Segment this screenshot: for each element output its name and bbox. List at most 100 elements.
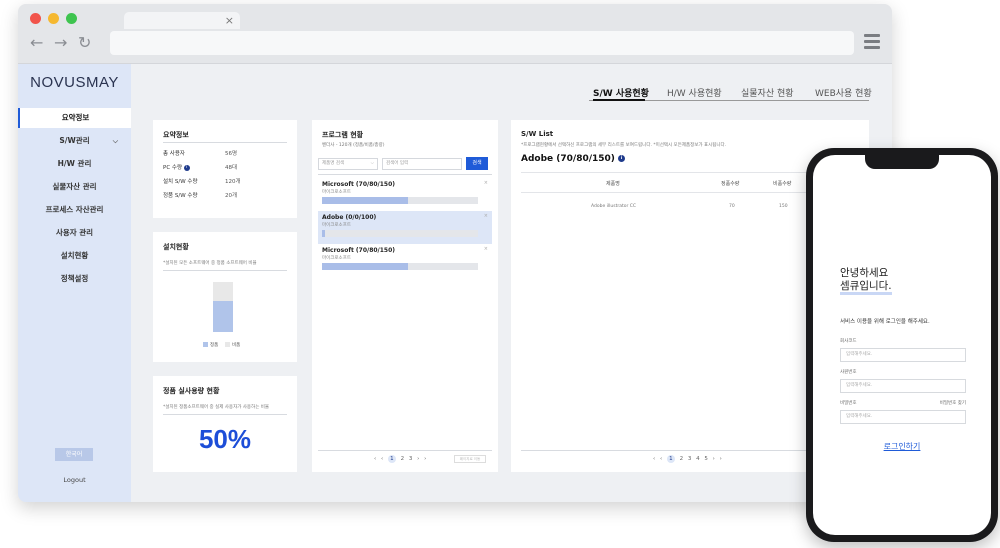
- product-select[interactable]: 제품명 검색 ⌵: [318, 158, 378, 170]
- page-1-button[interactable]: 1: [666, 455, 675, 463]
- usage-percent: 50%: [198, 424, 252, 454]
- tab-physical-assets[interactable]: 실물자산 현황: [741, 86, 794, 99]
- heading-text: Adobe (70/80/150): [521, 154, 615, 164]
- total-users-label: 총 사용자: [163, 151, 185, 157]
- program-item[interactable]: Microsoft (70/80/150) 마이크로소프트 ×: [318, 244, 492, 277]
- chevron-down-icon: ⌵: [370, 161, 374, 166]
- logout-link[interactable]: Logout: [18, 476, 131, 484]
- legend-label: 비품: [232, 343, 241, 348]
- program-progress-fill: [322, 263, 408, 270]
- last-page-button[interactable]: ›: [720, 456, 722, 462]
- page-5-button[interactable]: 5: [704, 456, 708, 462]
- language-button[interactable]: 한국어: [55, 448, 93, 461]
- legend-genuine: 정품: [203, 342, 218, 348]
- close-icon[interactable]: ×: [225, 12, 234, 29]
- company-code-input[interactable]: 입력해주세요.: [840, 348, 966, 362]
- browser-toolbar: × ← → ↻: [18, 4, 892, 64]
- card-title: 요약정보: [163, 131, 189, 139]
- close-icon[interactable]: ×: [484, 213, 488, 219]
- genuine-ratio-bar: [213, 282, 233, 332]
- prev-page-button[interactable]: ‹: [660, 456, 662, 462]
- program-progress-fill: [322, 230, 326, 237]
- close-icon[interactable]: ×: [484, 246, 488, 252]
- sidebar-item-summary[interactable]: 요약정보: [18, 108, 131, 128]
- program-progress-fill: [322, 197, 408, 204]
- sidebar-item-policy[interactable]: 정책설정: [18, 269, 131, 289]
- install-status-card: 설치현황 *설치된 모든 소프트웨어 중 정품 소프트웨어 비율 정품 비품: [153, 232, 297, 362]
- sidebar-item-hw[interactable]: H/W 관리: [18, 154, 131, 174]
- tab-sw-usage[interactable]: S/W 사용현황: [593, 86, 649, 99]
- close-icon[interactable]: ×: [484, 180, 488, 186]
- sidebar-item-users[interactable]: 사용자 관리: [18, 223, 131, 243]
- tab-web-usage[interactable]: WEB사용 현황: [815, 86, 872, 99]
- next-page-button[interactable]: ›: [417, 456, 419, 462]
- pc-count-value: 48대: [225, 165, 238, 171]
- address-bar[interactable]: [110, 31, 854, 55]
- maximize-window-button[interactable]: [66, 13, 77, 24]
- program-name: Microsoft (70/80/150): [322, 181, 396, 188]
- sidebar-item-install[interactable]: 설치현황: [18, 246, 131, 266]
- program-name: Adobe (0/0/100): [322, 214, 377, 221]
- find-password-link[interactable]: 비밀번호 찾기: [940, 400, 966, 406]
- last-page-button[interactable]: ›: [424, 456, 426, 462]
- sidebar-item-label: 요약정보: [61, 113, 90, 122]
- program-vendor: 마이크로소프트: [322, 256, 351, 261]
- card-subtitle: 벤더사 - 120개 (정품/비품/총량): [322, 143, 385, 148]
- goto-page-input[interactable]: 페이지로 이동: [454, 455, 486, 463]
- card-title: 설치현황: [163, 243, 189, 251]
- program-status-card: 프로그램 현황 벤더사 - 120개 (정품/비품/총량) 제품명 검색 ⌵ 검색…: [312, 120, 498, 472]
- logo: NOVUSMAY: [30, 74, 119, 91]
- sidebar-item-physical-assets[interactable]: 실물자산 관리: [18, 177, 131, 197]
- chevron-down-icon: ⌵: [112, 137, 118, 145]
- page-1-button[interactable]: 1: [387, 455, 396, 463]
- forward-arrow-icon[interactable]: →: [54, 34, 67, 52]
- next-page-button[interactable]: ›: [713, 456, 715, 462]
- program-vendor: 마이크로소프트: [322, 190, 351, 195]
- select-placeholder: 제품명 검색: [322, 161, 345, 166]
- search-button[interactable]: 검색: [466, 157, 488, 170]
- tab-hw-usage[interactable]: H/W 사용현황: [667, 86, 722, 99]
- page-3-button[interactable]: 3: [688, 456, 692, 462]
- employee-number-input[interactable]: 입력해주세요.: [840, 379, 966, 393]
- sidebar-item-process-assets[interactable]: 프로세스 자산관리: [18, 200, 131, 220]
- phone-screen: 안녕하세요 셈큐입니다. 서비스 이용을 위해 로그인을 해주세요. 회사코드 …: [813, 155, 991, 535]
- sidebar-item-sw[interactable]: S/W관리 ⌵: [18, 131, 131, 151]
- installed-sw-value: 120개: [225, 179, 241, 185]
- back-arrow-icon[interactable]: ←: [30, 34, 43, 52]
- password-label: 비밀번호: [840, 401, 857, 406]
- page-4-button[interactable]: 4: [696, 456, 700, 462]
- browser-window: × ← → ↻ NOVUSMAY 요약정보 S/W관리 ⌵ H/W 관리 실물자산…: [18, 4, 892, 502]
- info-icon[interactable]: i: [183, 164, 190, 171]
- minimize-window-button[interactable]: [48, 13, 59, 24]
- reload-icon[interactable]: ↻: [78, 34, 91, 52]
- page-3-button[interactable]: 3: [409, 456, 413, 462]
- phone-greeting: 안녕하세요 셈큐입니다.: [840, 267, 892, 293]
- hamburger-menu-icon[interactable]: [864, 34, 880, 50]
- phone-notch: [865, 155, 939, 169]
- password-input[interactable]: 입력해주세요.: [840, 410, 966, 424]
- search-input[interactable]: 검색어 입력: [382, 158, 462, 170]
- first-page-button[interactable]: ‹: [653, 456, 655, 462]
- prev-page-button[interactable]: ‹: [381, 456, 383, 462]
- page-2-button[interactable]: 2: [680, 456, 684, 462]
- info-icon[interactable]: i: [618, 155, 626, 162]
- company-code-label: 회사코드: [840, 339, 857, 344]
- card-subtitle: *설치된 모든 소프트웨어 중 정품 소프트웨어 비율: [163, 261, 257, 266]
- selected-product-heading: Adobe (70/80/150) i: [521, 154, 626, 164]
- first-page-button[interactable]: ‹: [374, 456, 376, 462]
- sidebar-item-label: 설치현황: [60, 251, 89, 260]
- genuine-sw-value: 20개: [225, 193, 238, 199]
- program-item-selected[interactable]: Adobe (0/0/100) 마이크로소프트 ×: [318, 211, 492, 244]
- sidebar: NOVUSMAY 요약정보 S/W관리 ⌵ H/W 관리 실물자산 관리 프로세스…: [18, 64, 131, 502]
- close-window-button[interactable]: [30, 13, 41, 24]
- divider: [163, 414, 287, 415]
- page-2-button[interactable]: 2: [401, 456, 405, 462]
- program-item[interactable]: Microsoft (70/80/150) 마이크로소프트 ×: [318, 178, 492, 211]
- login-button[interactable]: 로그인하기: [813, 441, 991, 452]
- browser-tab[interactable]: ×: [124, 12, 240, 29]
- column-header-other: 비품수량: [773, 181, 792, 187]
- divider: [318, 450, 492, 451]
- sidebar-item-label: S/W관리: [59, 136, 90, 145]
- genuine-ratio-fill: [213, 301, 233, 332]
- program-progress: [322, 197, 478, 204]
